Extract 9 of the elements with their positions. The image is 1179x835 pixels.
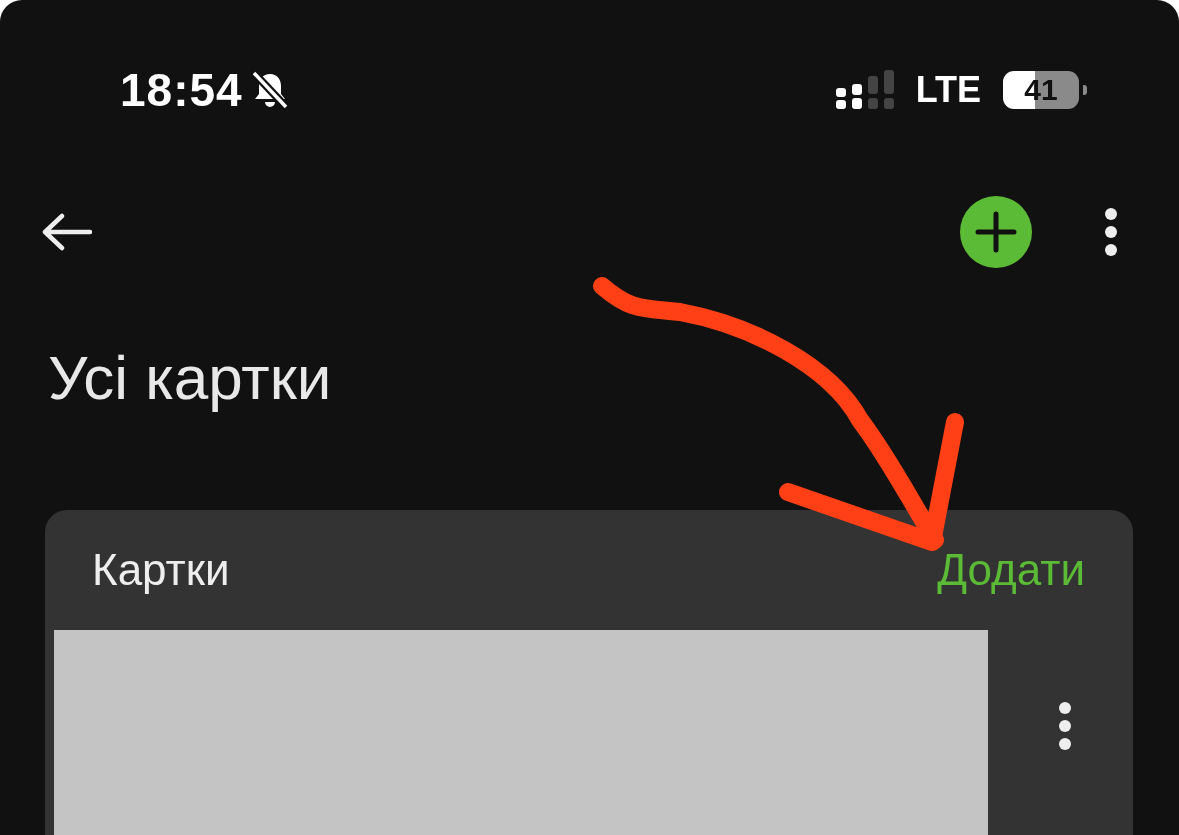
page-title: Усі картки bbox=[47, 342, 332, 414]
section-title: Картки bbox=[92, 545, 230, 595]
more-options-icon[interactable] bbox=[1103, 207, 1119, 257]
add-icon[interactable] bbox=[959, 195, 1033, 269]
add-link[interactable]: Додати bbox=[937, 545, 1085, 595]
status-time: 18:54 bbox=[120, 63, 243, 117]
signal-icon bbox=[835, 70, 894, 110]
network-type: LTE bbox=[915, 69, 981, 111]
back-arrow-icon[interactable] bbox=[40, 212, 92, 252]
